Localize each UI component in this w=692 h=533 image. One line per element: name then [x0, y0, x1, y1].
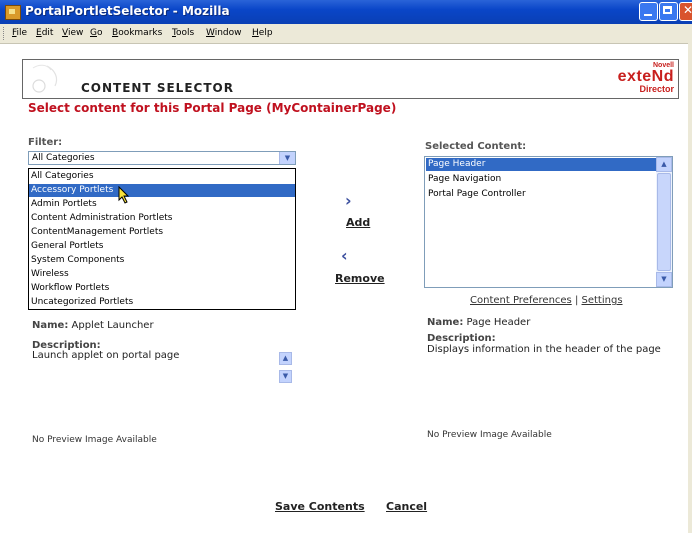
window-title: PortalPortletSelector - Mozilla: [25, 4, 230, 18]
app-icon: [5, 5, 21, 20]
menu-help[interactable]: Help: [252, 28, 273, 38]
menu-window[interactable]: Window: [206, 28, 242, 38]
brand-big: exteNd: [617, 68, 674, 85]
left-description-text: Launch applet on portal page: [32, 350, 180, 361]
selected-content-list[interactable]: Page Header Page Navigation Portal Page …: [424, 156, 673, 288]
puzzle-logo-icon: [32, 64, 58, 93]
selected-list-scrollbar[interactable]: ▲ ▼: [656, 157, 672, 287]
filter-option[interactable]: All Categories: [29, 170, 295, 183]
filter-option[interactable]: Admin Portlets: [29, 198, 295, 211]
filter-label: Filter:: [28, 137, 63, 148]
close-button[interactable]: [679, 2, 692, 21]
mouse-pointer-icon: [118, 186, 130, 204]
menu-bar: File Edit View Go Bookmarks Tools Window…: [0, 24, 692, 44]
add-button[interactable]: Add: [346, 216, 370, 229]
filter-selected-value: All Categories: [32, 153, 95, 163]
menu-go[interactable]: Go: [90, 28, 103, 38]
scroll-thumb[interactable]: [657, 173, 671, 271]
left-name-value: Applet Launcher: [71, 320, 154, 331]
filter-option[interactable]: Workflow Portlets: [29, 282, 295, 295]
brand-sub: Director: [639, 84, 674, 94]
cancel-button[interactable]: Cancel: [386, 500, 427, 513]
filter-option[interactable]: ContentManagement Portlets: [29, 226, 295, 239]
settings-link[interactable]: Settings: [582, 295, 623, 306]
page-heading: Select content for this Portal Page (MyC…: [28, 101, 397, 115]
preference-links: Content Preferences | Settings: [470, 295, 623, 306]
scroll-down-icon[interactable]: ▼: [279, 370, 292, 383]
minimize-button[interactable]: [639, 2, 658, 21]
right-name-label: Name:: [427, 317, 464, 328]
menu-tools[interactable]: Tools: [172, 28, 194, 38]
filter-option[interactable]: System Components: [29, 254, 295, 267]
scroll-up-icon[interactable]: ▲: [656, 157, 672, 172]
window-titlebar[interactable]: PortalPortletSelector - Mozilla: [0, 0, 692, 24]
left-name-row: Name: Applet Launcher: [32, 320, 154, 331]
scroll-up-icon[interactable]: ▲: [279, 352, 292, 365]
remove-button[interactable]: Remove: [335, 272, 385, 285]
left-preview-text: No Preview Image Available: [32, 435, 157, 445]
filter-option[interactable]: Uncategorized Portlets: [29, 296, 295, 309]
menu-file[interactable]: File: [12, 28, 27, 38]
filter-select[interactable]: All Categories ▼: [28, 151, 296, 165]
menu-view[interactable]: View: [62, 28, 83, 38]
filter-option[interactable]: General Portlets: [29, 240, 295, 253]
menu-edit[interactable]: Edit: [36, 28, 53, 38]
filter-dropdown-list[interactable]: All Categories Accessory Portlets Admin …: [28, 168, 296, 310]
scroll-down-icon[interactable]: ▼: [656, 272, 672, 287]
right-description-text: Displays information in the header of th…: [427, 344, 661, 355]
right-name-value: Page Header: [466, 317, 531, 328]
window-right-edge: [688, 43, 692, 533]
save-contents-button[interactable]: Save Contents: [275, 500, 365, 513]
left-name-label: Name:: [32, 320, 69, 331]
filter-option[interactable]: Wireless: [29, 268, 295, 281]
selected-item-highlighted[interactable]: Page Header: [426, 158, 656, 171]
link-separator: |: [574, 295, 579, 306]
remove-arrow-icon[interactable]: ‹: [341, 246, 348, 265]
right-name-row: Name: Page Header: [427, 317, 530, 328]
content-selector-title: CONTENT SELECTOR: [81, 81, 234, 95]
novell-extend-logo: Novell exteNd Director: [618, 62, 674, 94]
menu-grip: [3, 27, 7, 40]
chevron-down-icon[interactable]: ▼: [279, 152, 295, 164]
content-preferences-link[interactable]: Content Preferences: [470, 295, 572, 306]
selected-item[interactable]: Page Navigation: [426, 173, 656, 186]
add-arrow-icon[interactable]: ›: [345, 191, 352, 210]
right-description-label: Description:: [427, 333, 496, 344]
right-preview-text: No Preview Image Available: [427, 430, 552, 440]
filter-option[interactable]: Content Administration Portlets: [29, 212, 295, 225]
maximize-button[interactable]: [659, 2, 678, 21]
content-selector-header: CONTENT SELECTOR Novell exteNd Director: [22, 59, 679, 99]
selected-content-label: Selected Content:: [425, 141, 527, 152]
filter-option-highlighted[interactable]: Accessory Portlets: [29, 184, 295, 197]
selected-item[interactable]: Portal Page Controller: [426, 188, 656, 201]
menu-bookmarks[interactable]: Bookmarks: [112, 28, 162, 38]
